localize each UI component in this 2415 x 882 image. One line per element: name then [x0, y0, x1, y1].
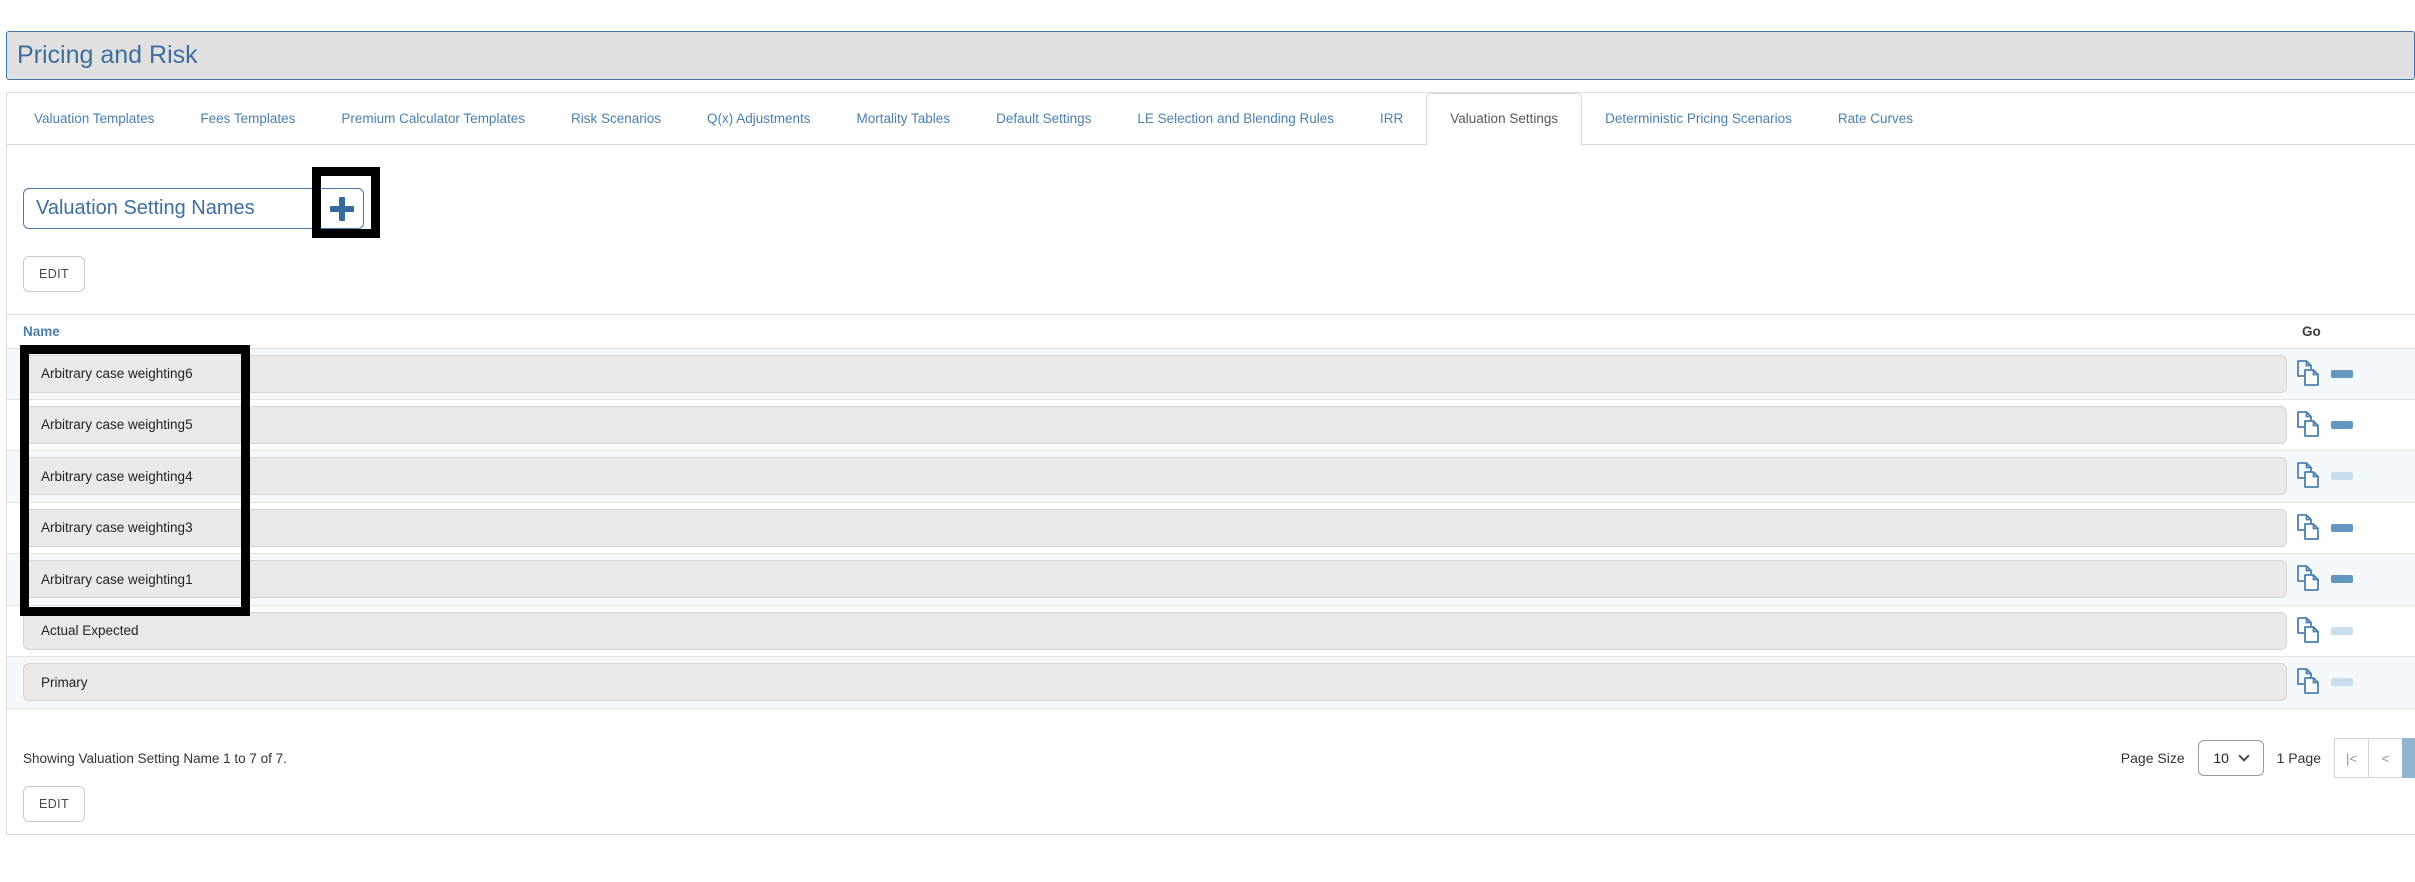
row-actions: [2296, 462, 2353, 490]
copy-button[interactable]: [2296, 668, 2322, 696]
row-name-input[interactable]: Arbitrary case weighting1: [23, 560, 2287, 598]
tab-valuation-settings[interactable]: Valuation Settings: [1426, 93, 1582, 146]
table-row: Arbitrary case weighting1: [7, 554, 2415, 606]
copy-icon: [2296, 411, 2322, 439]
copy-icon: [2296, 514, 2322, 542]
page-title: Pricing and Risk: [17, 41, 198, 70]
minus-icon: [2331, 678, 2353, 686]
tab-rate-curves[interactable]: Rate Curves: [1815, 93, 1936, 145]
tab-premium-calculator-templates[interactable]: Premium Calculator Templates: [318, 93, 548, 145]
minus-icon: [2331, 524, 2353, 532]
page-size-select[interactable]: 10: [2198, 740, 2264, 776]
remove-button[interactable]: [2331, 627, 2353, 635]
page-header-band: Pricing and Risk: [6, 31, 2415, 80]
first-page-button[interactable]: |<: [2334, 738, 2369, 778]
row-actions: [2296, 565, 2353, 593]
previous-page-button[interactable]: <: [2368, 738, 2403, 778]
tab-le-selection-and-blending-rules[interactable]: LE Selection and Blending Rules: [1114, 93, 1357, 145]
remove-button[interactable]: [2331, 421, 2353, 429]
edit-button-top[interactable]: EDIT: [23, 256, 85, 292]
table-row: Arbitrary case weighting3: [7, 503, 2415, 555]
plus-icon: [330, 197, 354, 221]
row-actions: [2296, 617, 2353, 645]
page-size-label: Page Size: [2121, 750, 2185, 766]
row-actions: [2296, 360, 2353, 388]
tab-deterministic-pricing-scenarios[interactable]: Deterministic Pricing Scenarios: [1582, 93, 1815, 145]
table-row: Actual Expected: [7, 606, 2415, 658]
edit-button-bottom[interactable]: EDIT: [23, 786, 85, 822]
copy-button[interactable]: [2296, 360, 2322, 388]
copy-button[interactable]: [2296, 617, 2322, 645]
remove-button[interactable]: [2331, 524, 2353, 532]
copy-icon: [2296, 462, 2322, 490]
minus-icon: [2331, 627, 2353, 635]
column-header-name[interactable]: Name: [23, 324, 60, 339]
row-name-input[interactable]: Arbitrary case weighting5: [23, 406, 2287, 444]
tab-fees-templates[interactable]: Fees Templates: [177, 93, 318, 145]
add-valuation-setting-button[interactable]: [329, 196, 355, 222]
row-name-input[interactable]: Primary: [23, 663, 2287, 701]
copy-button[interactable]: [2296, 411, 2322, 439]
valuation-setting-names-box: Valuation Setting Names: [23, 188, 364, 229]
copy-button[interactable]: [2296, 514, 2322, 542]
row-name-input[interactable]: Arbitrary case weighting4: [23, 457, 2287, 495]
tab-qx-adjustments[interactable]: Q(x) Adjustments: [684, 93, 834, 145]
remove-button[interactable]: [2331, 575, 2353, 583]
copy-icon: [2296, 565, 2322, 593]
row-name-input[interactable]: Arbitrary case weighting3: [23, 509, 2287, 547]
copy-icon: [2296, 360, 2322, 388]
pagination-controls: Page Size 10 1 Page |< <: [2121, 738, 2415, 778]
minus-icon: [2331, 370, 2353, 378]
tab-valuation-templates[interactable]: Valuation Templates: [11, 93, 177, 145]
copy-icon: [2296, 668, 2322, 696]
tab-risk-scenarios[interactable]: Risk Scenarios: [548, 93, 684, 145]
column-header-go: Go: [2302, 324, 2321, 339]
table-row: Arbitrary case weighting4: [7, 451, 2415, 503]
minus-icon: [2331, 421, 2353, 429]
valuation-settings-panel: Valuation Templates Fees Templates Premi…: [6, 92, 2415, 835]
remove-button[interactable]: [2331, 370, 2353, 378]
pagination-group: |< <: [2334, 738, 2415, 778]
minus-icon: [2331, 575, 2353, 583]
table-row: Arbitrary case weighting6: [7, 348, 2415, 400]
results-summary: Showing Valuation Setting Name 1 to 7 of…: [23, 751, 287, 766]
page-size-value: 10: [2213, 750, 2229, 766]
section-title: Valuation Setting Names: [36, 197, 255, 220]
row-name-input[interactable]: Actual Expected: [23, 612, 2287, 650]
table-header: Name Go: [7, 314, 2415, 348]
current-page-button[interactable]: [2402, 738, 2415, 778]
minus-icon: [2331, 472, 2353, 480]
remove-button[interactable]: [2331, 472, 2353, 480]
chevron-down-icon: [2238, 750, 2249, 761]
tab-default-settings[interactable]: Default Settings: [973, 93, 1114, 145]
table-row: Arbitrary case weighting5: [7, 400, 2415, 452]
row-actions: [2296, 514, 2353, 542]
remove-button[interactable]: [2331, 678, 2353, 686]
copy-button[interactable]: [2296, 462, 2322, 490]
tab-mortality-tables[interactable]: Mortality Tables: [834, 93, 974, 145]
tab-irr[interactable]: IRR: [1357, 93, 1426, 145]
tab-bar: Valuation Templates Fees Templates Premi…: [7, 93, 2415, 145]
page-count: 1 Page: [2277, 750, 2321, 766]
valuation-setting-list: Arbitrary case weighting6 Arbitrary case…: [7, 348, 2415, 709]
copy-icon: [2296, 617, 2322, 645]
table-row: Primary: [7, 657, 2415, 709]
table-footer: Showing Valuation Setting Name 1 to 7 of…: [23, 738, 2415, 778]
row-actions: [2296, 668, 2353, 696]
row-actions: [2296, 411, 2353, 439]
copy-button[interactable]: [2296, 565, 2322, 593]
row-name-input[interactable]: Arbitrary case weighting6: [23, 355, 2287, 393]
